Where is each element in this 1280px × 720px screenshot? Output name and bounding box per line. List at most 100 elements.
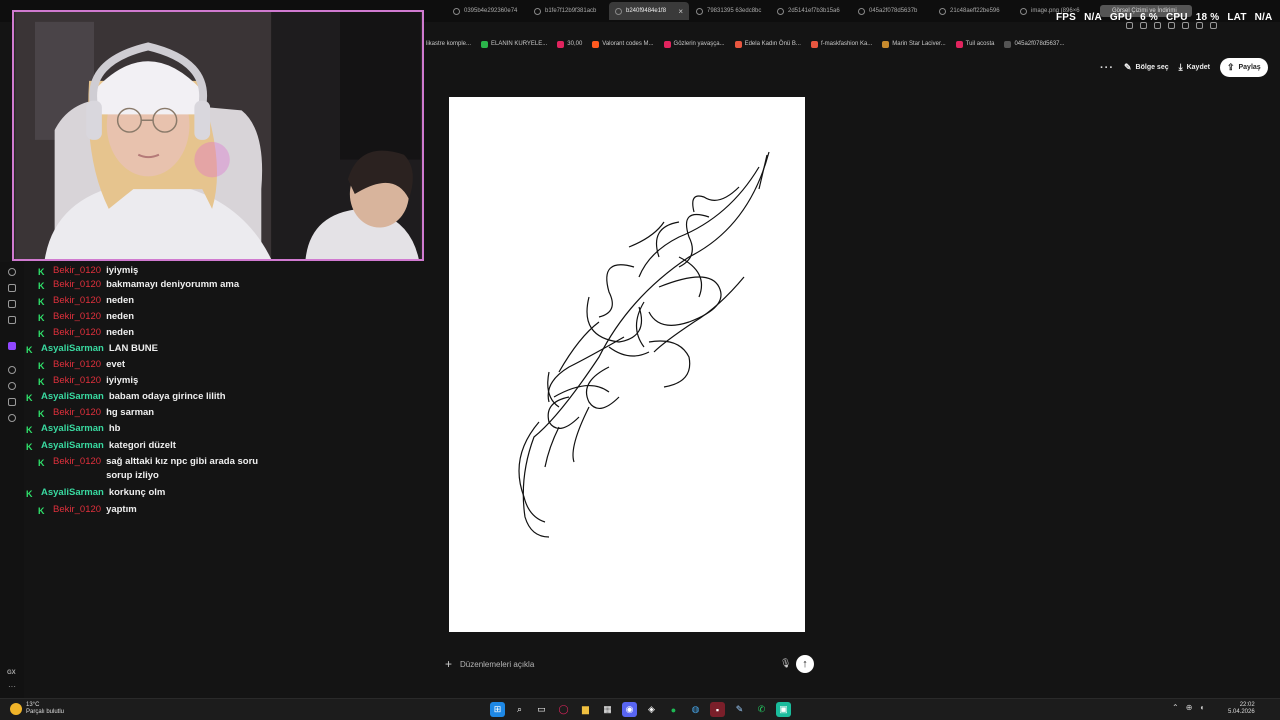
chat-username[interactable]: AsyaliSarman [41,422,104,436]
weather-widget[interactable]: 13°C Parçalı bulutlu [10,702,64,716]
chat-text: sağ alttaki kız npc gibi arada soru soru… [106,456,259,481]
bookmark-favicon-icon [810,40,818,48]
feather-icon[interactable]: ✎ [732,702,747,717]
clock[interactable]: 22:02 5.04.2026 [1228,702,1255,716]
browser-tab[interactable]: 0395b4e292360e74 [447,2,527,20]
tab-label: 21c48aeff22be596 [950,8,1000,14]
select-area-button[interactable]: ✎ Bölge seç [1124,62,1169,73]
chat-username[interactable]: Bekir_0120 [53,374,101,388]
box-icon[interactable] [8,316,16,324]
chat-username[interactable]: Bekir_0120 [53,455,101,483]
browser-tab[interactable]: b240f9484e1f8 × [609,2,689,20]
profile-icon[interactable] [1210,22,1217,29]
screenshot-icon[interactable] [1140,22,1147,29]
bookmark-item[interactable]: Marin Star Laciver... [882,38,946,50]
bookmark-item[interactable]: Gözlerin yavaşça... [663,38,725,50]
chat-username[interactable]: Bekir_0120 [53,326,101,340]
start-icon[interactable]: ⊞ [490,702,505,717]
chat-icon[interactable] [8,300,16,308]
chat-username[interactable]: AsyaliSarman [41,439,104,453]
opera-gx-icon[interactable]: ◯ [556,702,571,717]
tab-label: 0395b4e292360e74 [464,8,518,14]
chat-username[interactable]: Bekir_0120 [53,294,101,308]
bookmark-icon[interactable] [8,398,16,406]
speaker-icon[interactable]: ◖ [1199,703,1204,712]
chat-username[interactable]: Bekir_0120 [53,278,101,292]
bookmark-label: Edela Kadın Önü B... [744,41,801,47]
chat-text: neden [106,295,135,306]
save-button[interactable]: ⤓ Kaydet [1179,62,1210,73]
play-icon[interactable] [1168,22,1175,29]
browser-tab[interactable]: 045a2f078d5637b [852,2,932,20]
heart-icon[interactable] [1182,22,1189,29]
share-label: Paylaş [1238,64,1261,71]
chat-username[interactable]: AsyaliSarman [41,390,104,404]
tab-favicon-icon [534,7,541,15]
chat-username[interactable]: Bekir_0120 [53,406,101,420]
calculator-icon[interactable]: ▦ [600,702,615,717]
play-circle-icon[interactable] [8,366,16,374]
send-button[interactable]: ↑ [796,655,814,673]
more-icon[interactable]: ··· [8,682,16,691]
bookmark-label: 30,00 [567,41,583,47]
gx-corner-label[interactable]: GX [7,670,16,676]
network-icon[interactable]: ⊕ [1186,703,1193,712]
chevron-up-icon[interactable]: ⌃ [1172,703,1179,712]
twitch-icon[interactable] [8,342,16,350]
spotify-icon[interactable]: ● [666,702,681,717]
microphone-icon[interactable]: 🎙 [780,658,791,669]
browser-tab[interactable]: 21c48aeff22be596 [933,2,1013,20]
file-explorer-icon[interactable]: ▆ [578,702,593,717]
webcam-image [15,12,421,259]
browser-tab[interactable]: 2d5141ef7b3b15a6 [771,2,851,20]
chat-username[interactable]: Bekir_0120 [53,310,101,324]
chat-text: evet [106,359,126,370]
share-button[interactable]: ⇪ Paylaş [1219,58,1268,77]
close-tab-icon[interactable]: × [678,7,683,16]
bookmark-item[interactable]: Valorant codes M... [592,38,654,50]
extension-icon[interactable] [1126,22,1133,29]
chat-message: K AsyaliSarman hb [26,422,120,436]
badge-icon: K [38,267,45,277]
lat-label: LAT [1227,12,1247,23]
chat-message: K AsyaliSarman babam odaya girince lilith [26,390,226,404]
shield-icon[interactable] [1154,22,1161,29]
bookmark-item[interactable]: 045a2f078d5637... [1004,38,1065,50]
bookmark-item[interactable]: 30,00 [557,38,582,50]
bookmark-item[interactable]: Tuil acosta [955,38,994,50]
chat-username[interactable]: Bekir_0120 [53,358,101,372]
history-icon[interactable] [8,382,16,390]
weather-icon [10,703,22,715]
bookmark-item[interactable]: ELANIN KURYELE... [481,38,547,50]
generated-image[interactable] [449,97,805,632]
chat-username[interactable]: Bekir_0120 [53,503,101,517]
whatsapp-icon[interactable]: ✆ [754,702,769,717]
chat-text: hb [108,423,121,434]
search-icon[interactable]: ⌕ [512,702,527,717]
plus-icon[interactable]: + [445,657,452,671]
task-view-icon[interactable]: ▭ [534,702,549,717]
chat-username[interactable]: AsyaliSarman [41,486,104,500]
download-icon[interactable] [1196,22,1203,29]
bookmark-item[interactable]: Edela Kadın Önü B... [734,38,801,50]
settings-icon[interactable] [8,414,16,422]
browser-tab[interactable]: b1fe7f12b9f381acb [528,2,608,20]
save-label: Kaydet [1186,64,1210,71]
edit-prompt-input[interactable] [460,659,761,669]
chat-username[interactable]: AsyaliSarman [41,342,104,356]
browser-tab[interactable]: 79831395 63edc8bc [690,2,770,20]
discord-icon[interactable]: ◉ [622,702,637,717]
badge-icon: K [26,442,33,452]
steam-icon[interactable]: ◈ [644,702,659,717]
bag-icon[interactable] [8,284,16,292]
chat-username[interactable]: Bekir_0120 [53,264,101,278]
browser-icon[interactable]: ◍ [688,702,703,717]
bookmark-item[interactable]: f-maskfashion Ka... [810,38,872,50]
app2-icon[interactable]: ▣ [776,702,791,717]
app-icon[interactable]: ▪ [710,702,725,717]
refresh-icon[interactable] [8,268,16,276]
bookmark-item[interactable]: likastre komple... [416,38,471,50]
bookmark-label: likastre komple... [426,41,472,47]
more-options-button[interactable]: ··· [1100,62,1114,74]
system-tray: ⌃ ⊕ ◖ [1172,703,1204,712]
